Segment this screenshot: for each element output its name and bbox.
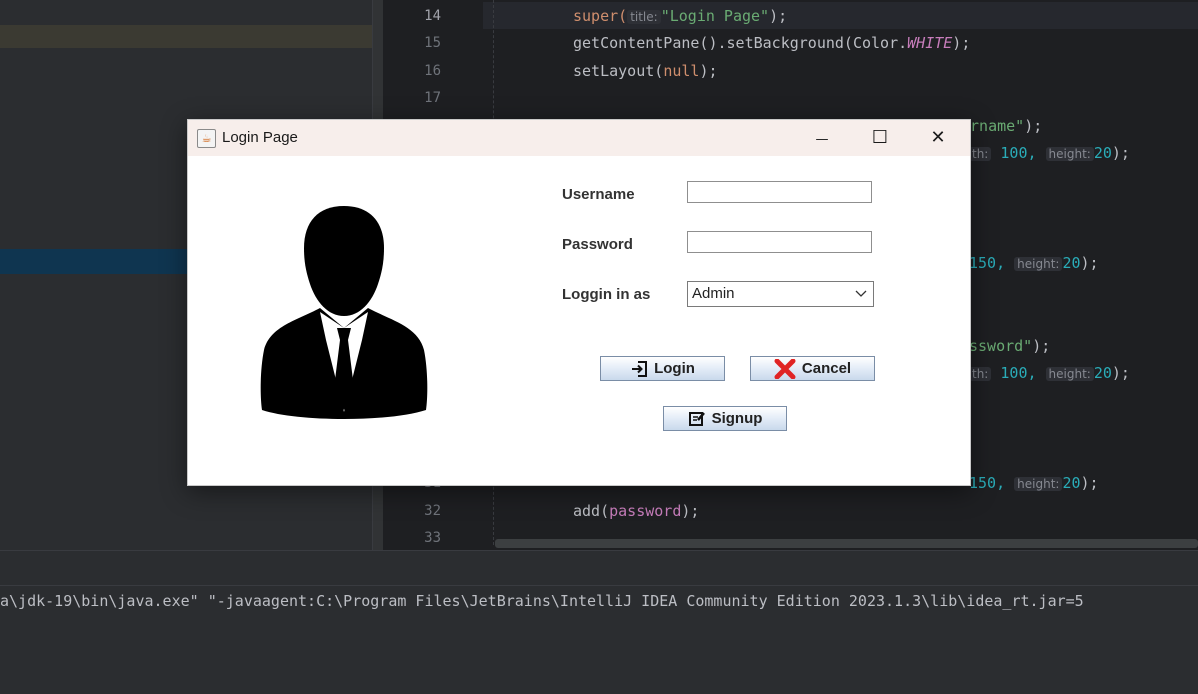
line-number: 32 — [424, 503, 441, 519]
code-punct: ); — [1032, 337, 1051, 355]
password-label: Password — [562, 236, 633, 253]
code-number: 100, — [1000, 144, 1037, 162]
code-punct: ); — [681, 502, 700, 520]
signup-icon — [688, 411, 705, 426]
red-x-icon — [774, 358, 796, 379]
username-label: Username — [562, 186, 635, 203]
role-selected-value: Admin — [692, 285, 735, 302]
role-dropdown[interactable]: Admin — [687, 281, 874, 307]
close-icon: ✕ — [930, 127, 946, 148]
code-keyword: super( — [573, 7, 628, 25]
code-number: 20 — [1093, 364, 1112, 382]
code-number: 150, — [969, 254, 1006, 272]
title-bar[interactable]: ☕ Login Page — ☐ ✕ — [188, 120, 970, 156]
window-title: Login Page — [222, 129, 298, 146]
username-input[interactable] — [687, 181, 872, 203]
cancel-button-label: Cancel — [801, 360, 852, 377]
maximize-button[interactable]: ☐ — [851, 120, 909, 156]
param-hint: height: — [1014, 257, 1063, 271]
code-text: setLayout( — [573, 62, 664, 80]
param-hint: th: — [969, 147, 992, 161]
user-avatar-icon — [260, 206, 428, 419]
code-fragment: 150, height: 20); — [969, 473, 1099, 494]
code-line: add(password); — [573, 501, 699, 521]
login-dialog: ☕ Login Page — ☐ ✕ Username Password Log… — [187, 119, 971, 486]
line-number: 14 — [424, 8, 441, 24]
code-punct: ); — [699, 62, 718, 80]
role-label: Loggin in as — [562, 286, 651, 303]
project-row-highlight[interactable] — [0, 25, 372, 48]
line-number: 15 — [424, 35, 441, 51]
code-number: 20 — [1062, 474, 1081, 492]
code-fragment: th: 100, height: 20); — [969, 363, 1130, 384]
code-punct: ); — [1111, 364, 1130, 382]
code-line: getContentPane().setBackground(Color.WHI… — [573, 33, 970, 53]
code-field: WHITE — [907, 34, 953, 52]
login-button-label: Login — [654, 360, 695, 377]
param-hint: height: — [1045, 367, 1094, 381]
code-number: 150, — [969, 474, 1006, 492]
code-punct: ); — [1111, 144, 1130, 162]
code-line: setLayout(null); — [573, 61, 718, 81]
param-hint: th: — [969, 367, 992, 381]
code-punct: ); — [1080, 254, 1099, 272]
code-fragment: ername"); — [961, 116, 1042, 136]
code-variable: password — [609, 502, 682, 520]
param-hint: title: — [627, 10, 661, 24]
cancel-button[interactable]: Cancel — [750, 356, 875, 381]
code-punct: ); — [1024, 117, 1043, 135]
console-output-line: a\jdk-19\bin\java.exe" "-javaagent:C:\Pr… — [0, 592, 1084, 610]
code-punct: ); — [769, 7, 788, 25]
code-string: ssword" — [969, 337, 1033, 355]
maximize-icon: ☐ — [871, 127, 889, 148]
code-number: 20 — [1093, 144, 1112, 162]
code-text: add( — [573, 502, 610, 520]
code-number: 100, — [1000, 364, 1037, 382]
signup-button-label: Signup — [711, 410, 763, 427]
run-console[interactable]: a\jdk-19\bin\java.exe" "-javaagent:C:\Pr… — [0, 585, 1198, 694]
code-punct: ); — [1080, 474, 1099, 492]
code-keyword: null — [663, 62, 700, 80]
line-number: 16 — [424, 63, 441, 79]
code-fragment: 150, height: 20); — [969, 253, 1099, 274]
code-string: "Login Page" — [660, 7, 770, 25]
minimize-button[interactable]: — — [793, 120, 851, 156]
code-text: getContentPane().setBackground(Color. — [573, 34, 908, 52]
minimize-icon: — — [815, 132, 829, 147]
code-fragment: ssword"); — [969, 336, 1050, 356]
close-button[interactable]: ✕ — [909, 120, 967, 156]
signup-button[interactable]: Signup — [663, 406, 787, 431]
login-button[interactable]: Login — [600, 356, 725, 381]
password-input[interactable] — [687, 231, 872, 253]
horizontal-scrollbar[interactable] — [495, 539, 1198, 548]
line-number: 17 — [424, 90, 441, 106]
code-line: super(title: "Login Page"); — [573, 6, 787, 27]
chevron-down-icon — [855, 290, 867, 297]
param-hint: height: — [1045, 147, 1094, 161]
line-number: 33 — [424, 530, 441, 546]
login-icon — [632, 360, 648, 377]
java-app-icon: ☕ — [197, 129, 216, 148]
code-punct: ); — [952, 34, 971, 52]
code-number: 20 — [1062, 254, 1081, 272]
param-hint: height: — [1014, 477, 1063, 491]
code-fragment: th: 100, height: 20); — [969, 143, 1130, 164]
tool-window-header — [0, 550, 1198, 586]
